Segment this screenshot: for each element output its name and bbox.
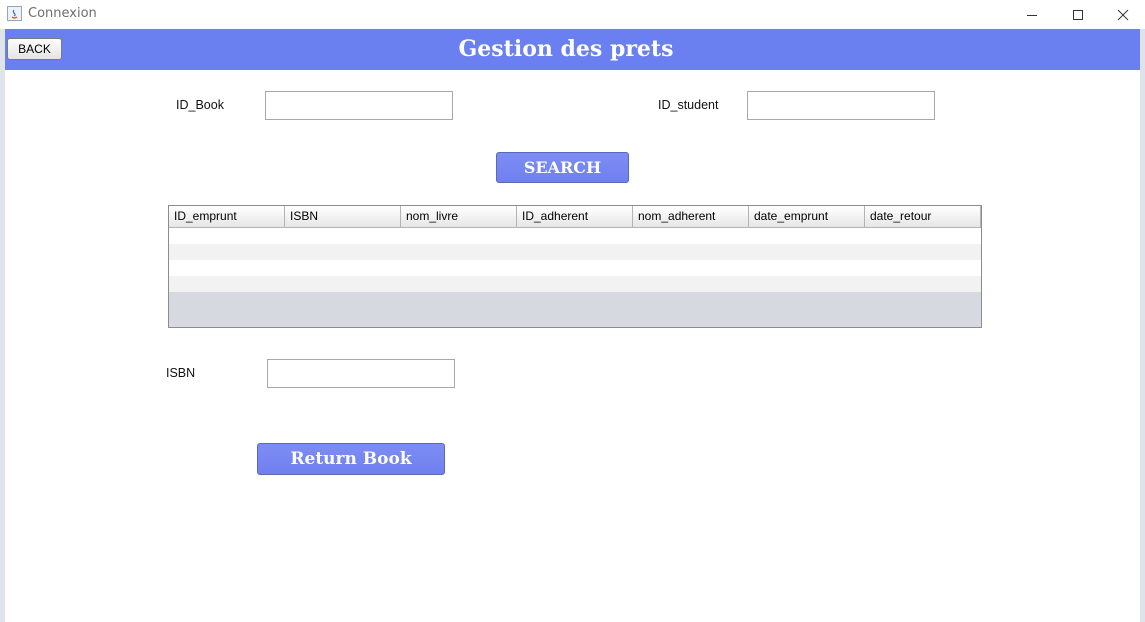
table-row[interactable] — [169, 276, 981, 292]
window-border-right — [1140, 29, 1145, 622]
loans-table[interactable]: ID_emprunt ISBN nom_livre ID_adherent no… — [168, 205, 982, 328]
minimize-icon[interactable] — [1009, 0, 1055, 29]
id-book-label: ID_Book — [176, 98, 224, 112]
window-titlebar: Connexion — [0, 0, 1145, 29]
maximize-icon[interactable] — [1055, 0, 1101, 29]
close-icon[interactable] — [1100, 0, 1145, 29]
id-book-input[interactable] — [265, 91, 453, 120]
window-border-left — [0, 29, 5, 622]
column-header-id-adherent[interactable]: ID_adherent — [517, 206, 633, 227]
id-student-input[interactable] — [747, 91, 935, 120]
table-body — [169, 228, 981, 292]
isbn-input[interactable] — [267, 359, 455, 388]
column-header-date-emprunt[interactable]: date_emprunt — [749, 206, 865, 227]
column-header-date-retour[interactable]: date_retour — [865, 206, 981, 227]
page-title: Gestion des prets — [458, 36, 674, 62]
search-button[interactable]: SEARCH — [496, 152, 629, 183]
java-app-icon — [7, 6, 22, 21]
column-header-isbn[interactable]: ISBN — [285, 206, 401, 227]
return-book-button[interactable]: Return Book — [257, 443, 445, 475]
table-row[interactable] — [169, 228, 981, 244]
table-row[interactable] — [169, 260, 981, 276]
id-student-label: ID_student — [658, 98, 719, 112]
table-header: ID_emprunt ISBN nom_livre ID_adherent no… — [169, 206, 981, 228]
column-header-nom-livre[interactable]: nom_livre — [401, 206, 517, 227]
back-button[interactable]: BACK — [7, 38, 62, 60]
column-header-nom-adherent[interactable]: nom_adherent — [633, 206, 749, 227]
column-header-id-emprunt[interactable]: ID_emprunt — [169, 206, 285, 227]
isbn-label: ISBN — [166, 366, 196, 380]
window-title: Connexion — [28, 6, 97, 21]
table-row[interactable] — [169, 244, 981, 260]
